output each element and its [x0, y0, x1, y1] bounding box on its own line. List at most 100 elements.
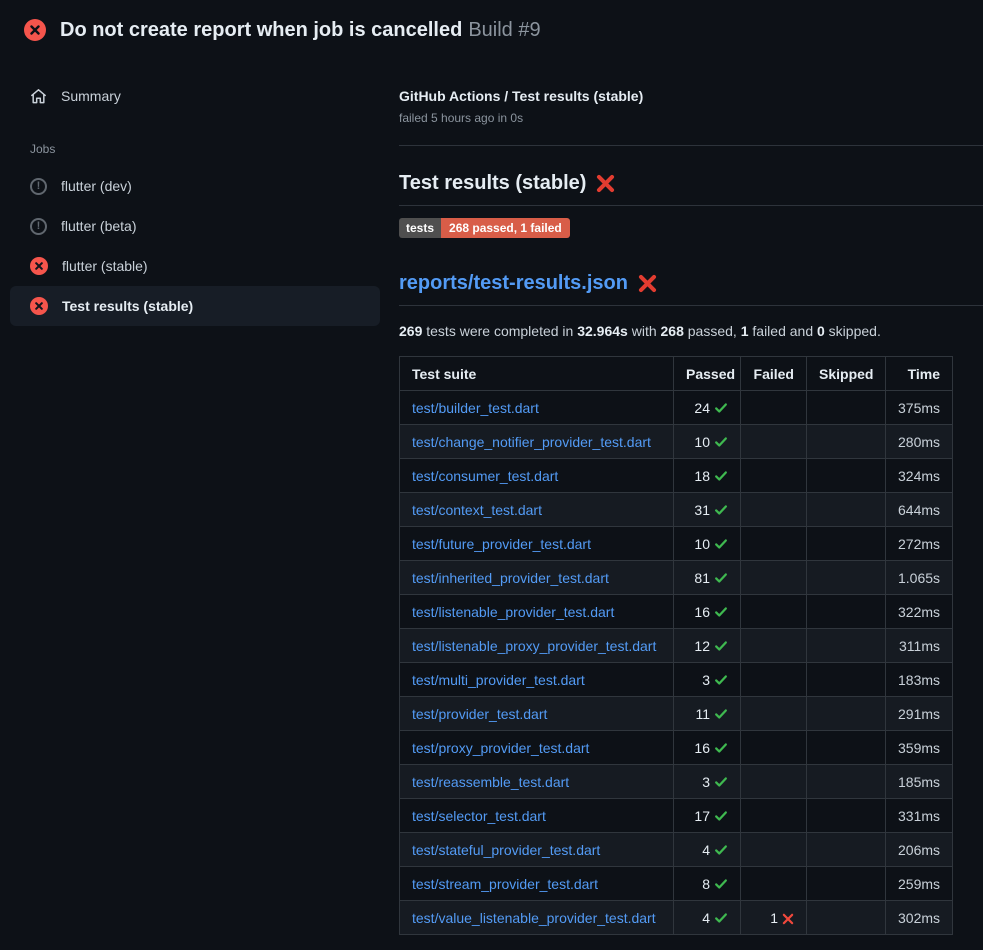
failed-cell: [741, 663, 807, 697]
test-suite-cell: test/multi_provider_test.dart: [400, 663, 674, 697]
test-suite-cell: test/provider_test.dart: [400, 697, 674, 731]
test-suite-link[interactable]: test/selector_test.dart: [412, 808, 546, 824]
failed-cell: [741, 493, 807, 527]
test-suite-link[interactable]: test/multi_provider_test.dart: [412, 672, 585, 688]
sidebar-item-label: flutter (stable): [62, 258, 148, 274]
time-cell: 322ms: [886, 595, 953, 629]
neutral-status-icon: !: [30, 218, 47, 235]
time-cell: 644ms: [886, 493, 953, 527]
time-cell: 280ms: [886, 425, 953, 459]
passed-cell: 4: [674, 901, 741, 935]
sidebar-item-flutter-dev[interactable]: ! flutter (dev): [10, 166, 380, 206]
test-suite-link[interactable]: test/provider_test.dart: [412, 706, 547, 722]
check-icon: [714, 435, 728, 449]
test-suite-cell: test/change_notifier_provider_test.dart: [400, 425, 674, 459]
table-row: test/provider_test.dart11291ms: [400, 697, 953, 731]
test-suite-link[interactable]: test/stateful_provider_test.dart: [412, 842, 600, 858]
passed-cell: 3: [674, 765, 741, 799]
passed-cell: 18: [674, 459, 741, 493]
column-header-skipped: Skipped: [807, 357, 886, 391]
test-suite-cell: test/stateful_provider_test.dart: [400, 833, 674, 867]
test-suite-link[interactable]: test/stream_provider_test.dart: [412, 876, 598, 892]
time-cell: 359ms: [886, 731, 953, 765]
check-icon: [714, 843, 728, 857]
test-suite-link[interactable]: test/consumer_test.dart: [412, 468, 558, 484]
passed-cell: 31: [674, 493, 741, 527]
table-row: test/consumer_test.dart 18 324ms: [400, 459, 953, 493]
table-row: test/multi_provider_test.dart3183ms: [400, 663, 953, 697]
test-suite-link[interactable]: test/future_provider_test.dart: [412, 536, 591, 552]
sidebar-item-flutter-stable[interactable]: flutter (stable): [10, 246, 380, 286]
passed-cell: 4: [674, 833, 741, 867]
cross-mark-icon: [638, 274, 657, 293]
summary-text: with: [628, 323, 661, 339]
failed-cell: [741, 697, 807, 731]
test-suite-link[interactable]: test/value_listenable_provider_test.dart: [412, 910, 656, 926]
time-cell: 302ms: [886, 901, 953, 935]
time-cell: 324ms: [886, 459, 953, 493]
badge-value: 268 passed, 1 failed: [441, 218, 570, 238]
table-row: test/listenable_proxy_provider_test.dart…: [400, 629, 953, 663]
sidebar-item-label: Summary: [61, 88, 121, 104]
build-header: Do not create report when job is cancell…: [0, 0, 983, 58]
failed-cell: [741, 459, 807, 493]
skipped-cell: [807, 527, 886, 561]
test-suite-cell: test/proxy_provider_test.dart: [400, 731, 674, 765]
test-suite-cell: test/inherited_provider_test.dart: [400, 561, 674, 595]
table-row: test/selector_test.dart17331ms: [400, 799, 953, 833]
x-icon: [782, 913, 794, 925]
test-suite-cell: test/reassemble_test.dart: [400, 765, 674, 799]
failed-status-icon: [30, 257, 48, 275]
test-suite-link[interactable]: test/listenable_provider_test.dart: [412, 604, 614, 620]
skipped-cell: [807, 765, 886, 799]
skipped-cell: [807, 799, 886, 833]
failed-cell: [741, 629, 807, 663]
table-row: test/reassemble_test.dart 3 185ms: [400, 765, 953, 799]
failed-cell: [741, 765, 807, 799]
skipped-cell: [807, 867, 886, 901]
table-row: test/inherited_provider_test.dart811.065…: [400, 561, 953, 595]
page: Do not create report when job is cancell…: [0, 0, 983, 935]
check-icon: [714, 503, 728, 517]
test-suite-link[interactable]: test/proxy_provider_test.dart: [412, 740, 589, 756]
skipped-cell: [807, 425, 886, 459]
time-cell: 185ms: [886, 765, 953, 799]
test-suite-link[interactable]: test/inherited_provider_test.dart: [412, 570, 609, 586]
sidebar-item-test-results-stable[interactable]: Test results (stable): [10, 286, 380, 326]
sidebar-item-flutter-beta[interactable]: ! flutter (beta): [10, 206, 380, 246]
failed-cell: [741, 425, 807, 459]
failed-cell: [741, 595, 807, 629]
skipped-cell: [807, 391, 886, 425]
test-suite-cell: test/selector_test.dart: [400, 799, 674, 833]
check-icon: [714, 741, 728, 755]
sidebar: Summary Jobs ! flutter (dev) ! flutter (…: [0, 58, 390, 326]
badge-label: tests: [399, 218, 441, 238]
test-suite-link[interactable]: test/reassemble_test.dart: [412, 774, 569, 790]
passed-cell: 10: [674, 425, 741, 459]
table-row: test/builder_test.dart24375ms: [400, 391, 953, 425]
test-suite-link[interactable]: test/change_notifier_provider_test.dart: [412, 434, 651, 450]
status-line: failed 5 hours ago in 0s: [399, 111, 983, 125]
home-icon: [30, 88, 47, 105]
test-results-table: Test suite Passed Failed Skipped Time te…: [399, 356, 953, 935]
test-suite-cell: test/listenable_provider_test.dart: [400, 595, 674, 629]
neutral-status-icon: !: [30, 178, 47, 195]
section-title-text: Test results (stable): [399, 172, 586, 195]
test-suite-cell: test/context_test.dart: [400, 493, 674, 527]
sidebar-item-summary[interactable]: Summary: [10, 76, 380, 116]
check-icon: [714, 571, 728, 585]
report-file-link[interactable]: reports/test-results.json: [399, 272, 628, 295]
check-icon: [714, 911, 728, 925]
table-row: test/listenable_provider_test.dart16322m…: [400, 595, 953, 629]
test-suite-link[interactable]: test/listenable_proxy_provider_test.dart: [412, 638, 656, 654]
test-suite-link[interactable]: test/context_test.dart: [412, 502, 542, 518]
check-icon: [714, 639, 728, 653]
summary-passed: 268: [661, 323, 684, 339]
build-title-text: Do not create report when job is cancell…: [60, 19, 462, 41]
column-header-failed: Failed: [741, 357, 807, 391]
table-row: test/proxy_provider_test.dart16359ms: [400, 731, 953, 765]
skipped-cell: [807, 731, 886, 765]
table-row: test/context_test.dart 31 644ms: [400, 493, 953, 527]
test-suite-link[interactable]: test/builder_test.dart: [412, 400, 539, 416]
time-cell: 331ms: [886, 799, 953, 833]
